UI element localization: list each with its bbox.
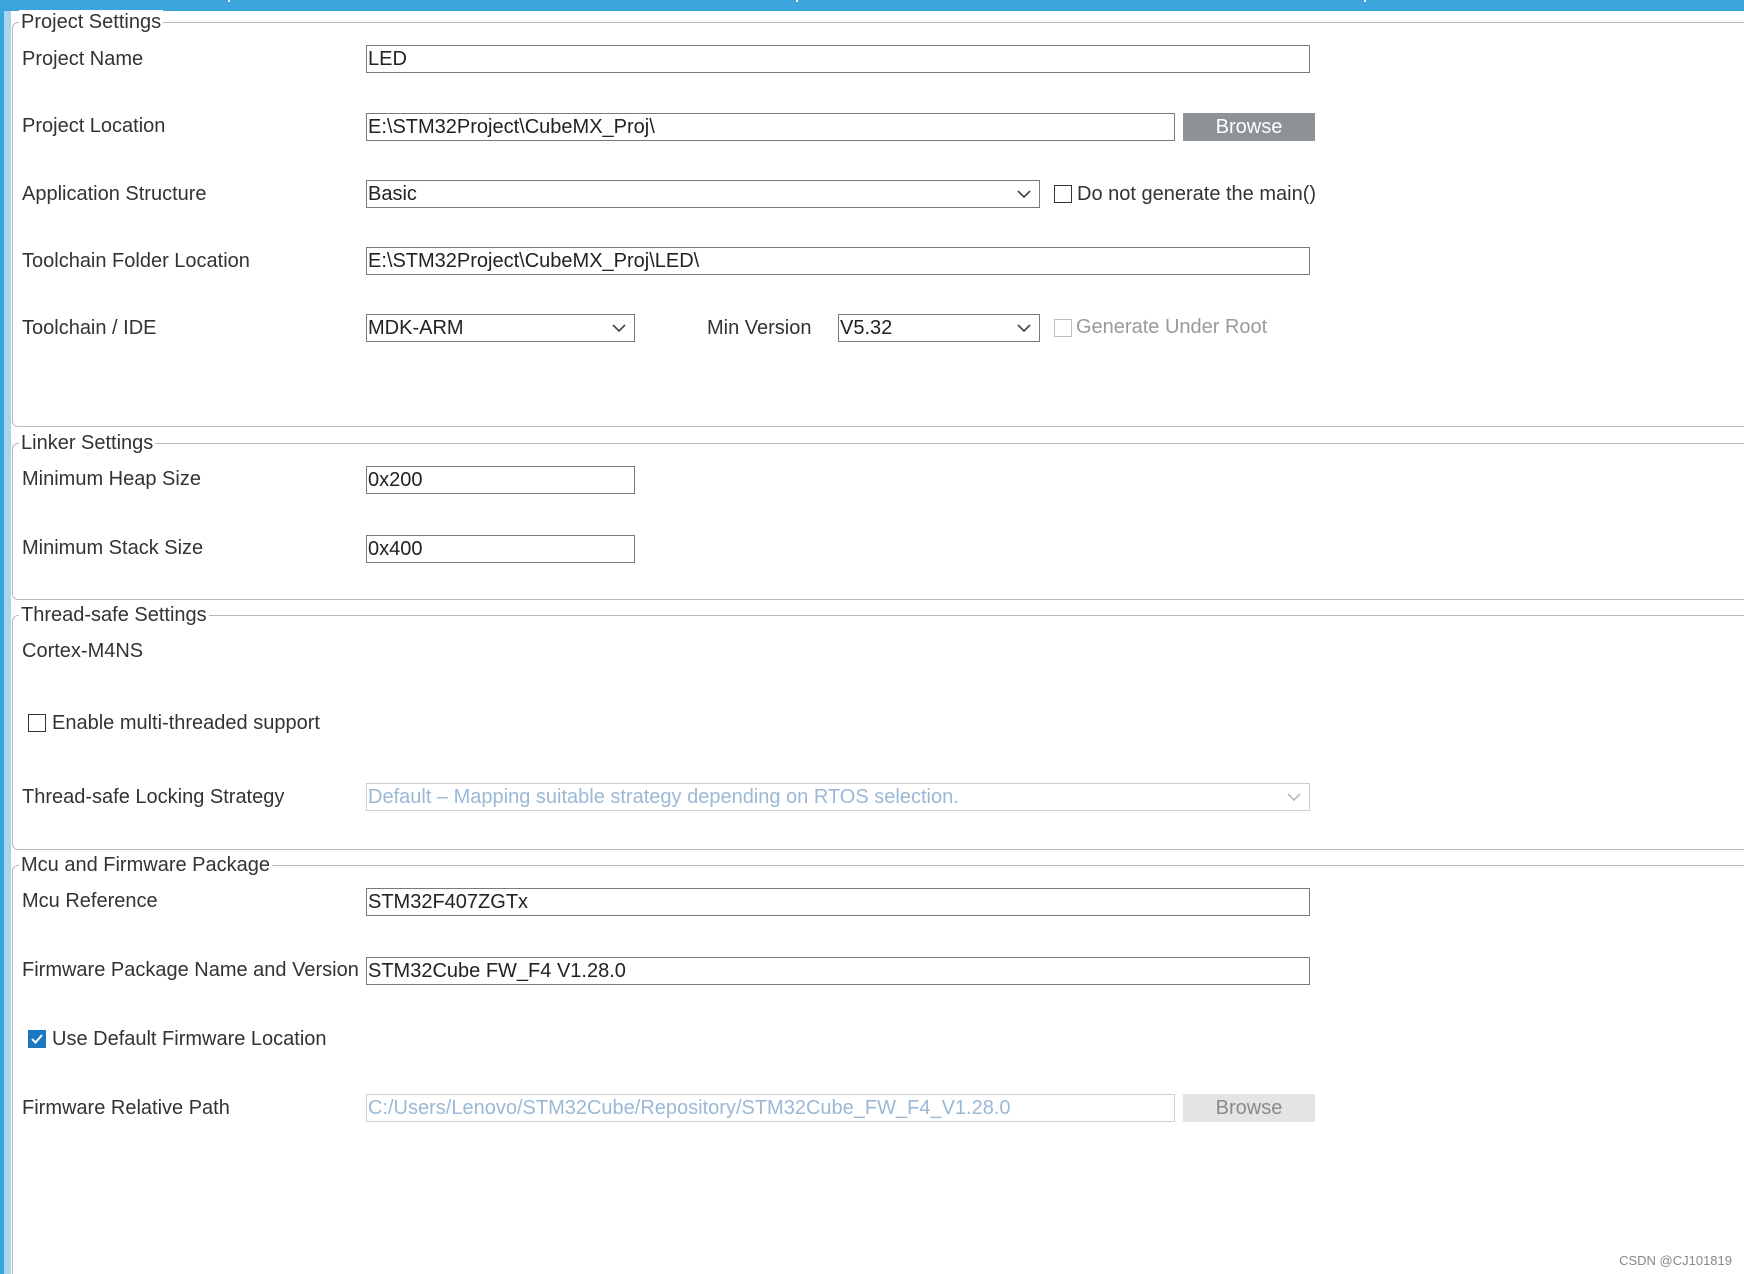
min-heap-label: Minimum Heap Size	[22, 468, 201, 490]
use-default-location-label: Use Default Firmware Location	[52, 1028, 327, 1050]
min-heap-input[interactable]: 0x200	[366, 466, 635, 494]
mcu-firmware-legend: Mcu and Firmware Package	[19, 853, 272, 877]
do-not-generate-main-label: Do not generate the main()	[1077, 183, 1317, 205]
min-version-value: V5.32	[840, 317, 893, 339]
firmware-path-input[interactable]: C:/Users/Lenovo/STM32Cube/Repository/STM…	[366, 1094, 1175, 1122]
core-label: Cortex-M4NS	[22, 640, 144, 662]
tab-separator	[228, 0, 230, 2]
firmware-package-label: Firmware Package Name and Version	[22, 959, 359, 981]
locking-strategy-value: Default – Mapping suitable strategy depe…	[368, 786, 959, 808]
project-settings-legend: Project Settings	[19, 10, 164, 34]
project-location-input[interactable]: E:\STM32Project\CubeMX_Proj\	[366, 113, 1175, 141]
checkmark-icon	[31, 1034, 43, 1044]
chevron-down-icon	[612, 324, 626, 333]
top-accent-bar	[0, 0, 1744, 11]
left-sidebar-highlight	[4, 11, 11, 1274]
locking-strategy-select[interactable]: Default – Mapping suitable strategy depe…	[366, 783, 1310, 811]
toolchain-ide-value: MDK-ARM	[368, 317, 464, 339]
project-location-browse-button[interactable]: Browse	[1183, 113, 1315, 141]
firmware-package-input[interactable]: STM32Cube FW_F4 V1.28.0	[366, 957, 1310, 985]
min-version-select[interactable]: V5.32	[838, 314, 1040, 342]
toolchain-folder-input[interactable]: E:\STM32Project\CubeMX_Proj\LED\	[366, 247, 1310, 275]
firmware-path-browse-button[interactable]: Browse	[1183, 1094, 1315, 1122]
watermark: CSDN @CJ101819	[1619, 1253, 1732, 1268]
application-structure-value: Basic	[368, 183, 417, 205]
generate-under-root-checkbox[interactable]	[1054, 319, 1072, 337]
enable-multithread-checkbox[interactable]	[28, 714, 46, 732]
toolchain-folder-label: Toolchain Folder Location	[22, 250, 250, 272]
locking-strategy-label: Thread-safe Locking Strategy	[22, 786, 285, 808]
firmware-path-label: Firmware Relative Path	[22, 1097, 230, 1119]
tab-separator	[796, 0, 798, 2]
do-not-generate-main-checkbox[interactable]	[1054, 185, 1072, 203]
thread-safe-settings-legend: Thread-safe Settings	[19, 603, 209, 627]
project-location-label: Project Location	[22, 115, 166, 137]
mcu-firmware-group: Mcu and Firmware Package	[12, 853, 1744, 1274]
generate-under-root-label: Generate Under Root	[1076, 316, 1268, 338]
mcu-reference-input[interactable]: STM32F407ZGTx	[366, 888, 1310, 916]
enable-multithread-label: Enable multi-threaded support	[52, 712, 320, 734]
min-stack-input[interactable]: 0x400	[366, 535, 635, 563]
chevron-down-icon	[1017, 190, 1031, 199]
chevron-down-icon	[1287, 793, 1301, 802]
linker-settings-group: Linker Settings	[12, 431, 1744, 600]
project-name-label: Project Name	[22, 48, 144, 70]
tab-separator	[1364, 0, 1366, 2]
min-stack-label: Minimum Stack Size	[22, 537, 204, 559]
project-name-input[interactable]: LED	[366, 45, 1310, 73]
linker-settings-legend: Linker Settings	[19, 431, 156, 455]
chevron-down-icon	[1017, 324, 1031, 333]
toolchain-ide-label: Toolchain / IDE	[22, 317, 157, 339]
project-manager-panel: Project Settings Project Name LED Projec…	[0, 0, 1744, 1274]
project-settings-group: Project Settings	[12, 10, 1744, 427]
mcu-reference-label: Mcu Reference	[22, 890, 158, 912]
toolchain-ide-select[interactable]: MDK-ARM	[366, 314, 635, 342]
application-structure-select[interactable]: Basic	[366, 180, 1040, 208]
use-default-location-checkbox[interactable]	[28, 1030, 46, 1048]
min-version-label: Min Version	[707, 317, 812, 339]
application-structure-label: Application Structure	[22, 183, 207, 205]
